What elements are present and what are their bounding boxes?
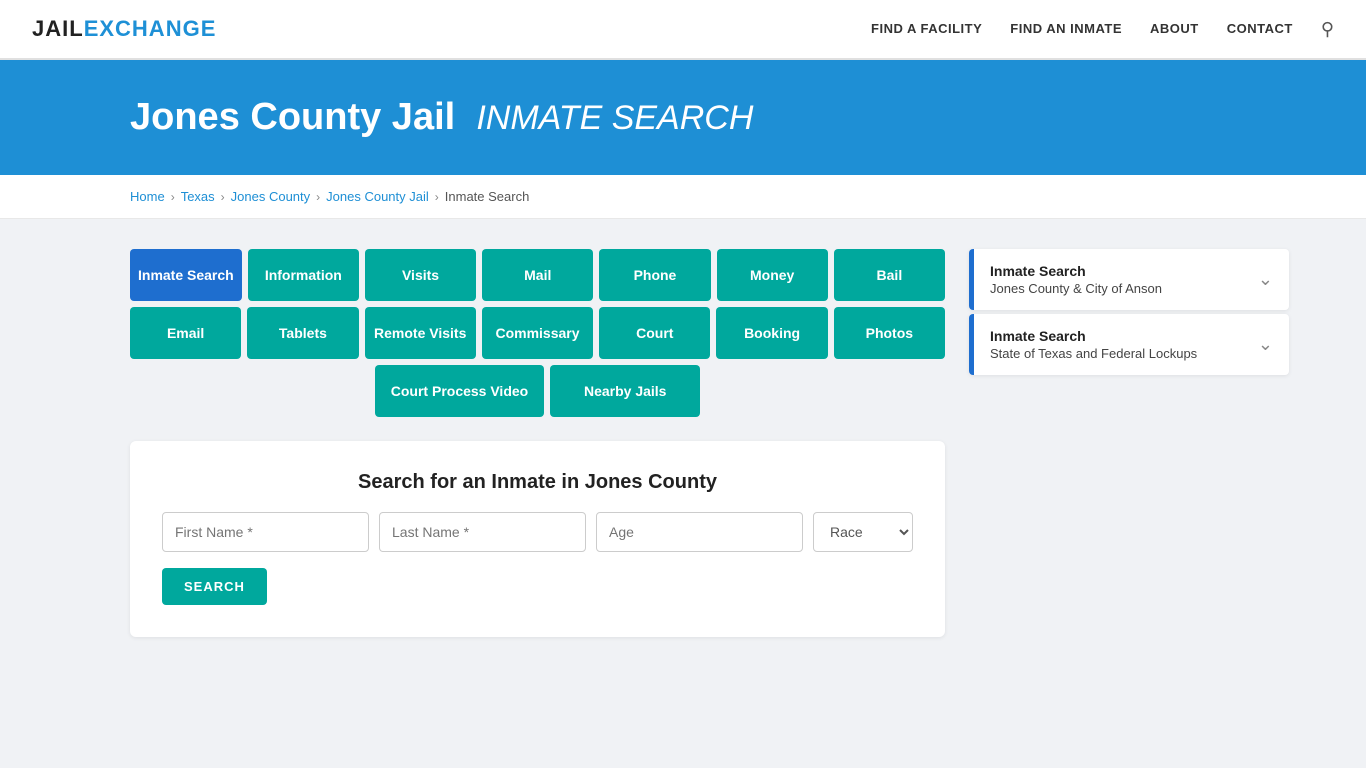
breadcrumb-sep-1: › [171, 190, 175, 204]
sidebar-card-2: Inmate Search State of Texas and Federal… [969, 314, 1289, 375]
breadcrumb-sep-2: › [221, 190, 225, 204]
inmate-search-box: Search for an Inmate in Jones County Rac… [130, 441, 945, 637]
tab-phone[interactable]: Phone [599, 249, 710, 301]
tab-nearby-jails[interactable]: Nearby Jails [550, 365, 700, 417]
tab-visits[interactable]: Visits [365, 249, 476, 301]
breadcrumb-texas[interactable]: Texas [181, 189, 215, 204]
search-heading: Search for an Inmate in Jones County [162, 471, 913, 494]
search-icon[interactable]: ⚲ [1321, 19, 1334, 39]
sidebar-card-1-content: Inmate Search Jones County & City of Ans… [990, 263, 1162, 296]
breadcrumb-sep-3: › [316, 190, 320, 204]
search-form-row: Race White Black Hispanic Asian Other [162, 512, 913, 552]
breadcrumb-jones-county[interactable]: Jones County [231, 189, 311, 204]
tab-bail[interactable]: Bail [834, 249, 945, 301]
brand-exchange: EXCHANGE [84, 16, 217, 41]
nav-links: FIND A FACILITY FIND AN INMATE ABOUT CON… [871, 19, 1334, 40]
tab-remote-visits[interactable]: Remote Visits [365, 307, 476, 359]
page-title: Jones County Jail INMATE SEARCH [130, 96, 1334, 139]
breadcrumb-home[interactable]: Home [130, 189, 165, 204]
tab-tablets[interactable]: Tablets [247, 307, 358, 359]
race-select[interactable]: Race White Black Hispanic Asian Other [813, 512, 913, 552]
tab-inmate-search[interactable]: Inmate Search [130, 249, 242, 301]
age-input[interactable] [596, 512, 803, 552]
tab-mail[interactable]: Mail [482, 249, 593, 301]
tab-court-process-video[interactable]: Court Process Video [375, 365, 544, 417]
sidebar-card-1-header[interactable]: Inmate Search Jones County & City of Ans… [969, 249, 1289, 310]
chevron-down-icon-1: ⌄ [1258, 269, 1273, 290]
breadcrumb-current: Inmate Search [445, 189, 530, 204]
tab-booking[interactable]: Booking [716, 307, 827, 359]
left-column: Inmate Search Information Visits Mail Ph… [130, 249, 945, 637]
first-name-input[interactable] [162, 512, 369, 552]
tab-money[interactable]: Money [717, 249, 828, 301]
tab-court[interactable]: Court [599, 307, 710, 359]
tab-row-2: Email Tablets Remote Visits Commissary C… [130, 307, 945, 359]
nav-about[interactable]: ABOUT [1150, 21, 1199, 36]
chevron-down-icon-2: ⌄ [1258, 334, 1273, 355]
right-sidebar: Inmate Search Jones County & City of Ans… [969, 249, 1289, 637]
sidebar-card-2-header[interactable]: Inmate Search State of Texas and Federal… [969, 314, 1289, 375]
hero-banner: Jones County Jail INMATE SEARCH [0, 60, 1366, 175]
sidebar-card-2-title: Inmate Search [990, 328, 1197, 344]
hero-title-bold: Jones County Jail [130, 96, 455, 138]
tab-email[interactable]: Email [130, 307, 241, 359]
tab-row-1: Inmate Search Information Visits Mail Ph… [130, 249, 945, 301]
tab-photos[interactable]: Photos [834, 307, 945, 359]
tab-row-3: Court Process Video Nearby Jails [130, 365, 945, 417]
hero-title-italic: INMATE SEARCH [476, 99, 753, 137]
breadcrumb-jones-county-jail[interactable]: Jones County Jail [326, 189, 429, 204]
sidebar-card-2-content: Inmate Search State of Texas and Federal… [990, 328, 1197, 361]
sidebar-card-1-subtitle: Jones County & City of Anson [990, 281, 1162, 296]
last-name-input[interactable] [379, 512, 586, 552]
tab-commissary[interactable]: Commissary [482, 307, 593, 359]
nav-contact[interactable]: CONTACT [1227, 21, 1293, 36]
search-button[interactable]: SEARCH [162, 568, 267, 605]
breadcrumb: Home › Texas › Jones County › Jones Coun… [0, 175, 1366, 219]
brand-logo[interactable]: JAILEXCHANGE [32, 16, 216, 42]
sidebar-card-1-title: Inmate Search [990, 263, 1162, 279]
nav-find-inmate[interactable]: FIND AN INMATE [1010, 21, 1122, 36]
sidebar-card-2-subtitle: State of Texas and Federal Lockups [990, 346, 1197, 361]
sidebar-card-1: Inmate Search Jones County & City of Ans… [969, 249, 1289, 310]
brand-jail: JAIL [32, 16, 84, 41]
breadcrumb-sep-4: › [435, 190, 439, 204]
main-content: Inmate Search Information Visits Mail Ph… [0, 219, 1366, 667]
navbar: JAILEXCHANGE FIND A FACILITY FIND AN INM… [0, 0, 1366, 60]
tab-information[interactable]: Information [248, 249, 359, 301]
nav-find-facility[interactable]: FIND A FACILITY [871, 21, 982, 36]
